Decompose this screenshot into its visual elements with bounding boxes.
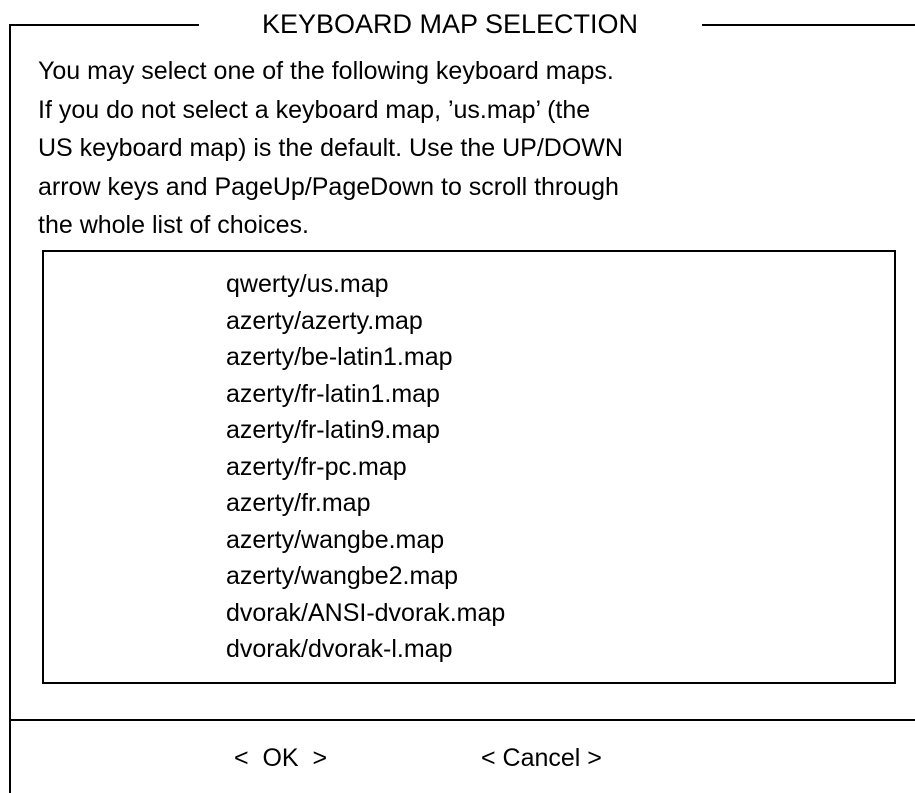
keymap-item[interactable]: azerty/wangbe.map <box>226 522 505 559</box>
keymap-listbox[interactable]: qwerty/us.map azerty/azerty.map azerty/b… <box>42 250 896 684</box>
keymap-item[interactable]: azerty/fr-latin9.map <box>226 412 505 449</box>
keymap-item[interactable]: azerty/fr-latin1.map <box>226 376 505 413</box>
ok-button[interactable]: < OK > <box>234 740 327 776</box>
dialog-description: You may select one of the following keyb… <box>38 52 898 245</box>
keymap-item[interactable]: dvorak/ANSI-dvorak.map <box>226 595 505 632</box>
description-line: If you do not select a keyboard map, ’us… <box>38 95 591 124</box>
description-line: You may select one of the following keyb… <box>38 57 614 85</box>
cancel-button[interactable]: < Cancel > <box>481 740 602 776</box>
keymap-list: qwerty/us.map azerty/azerty.map azerty/b… <box>226 266 505 668</box>
keymap-item[interactable]: azerty/fr.map <box>226 485 505 522</box>
button-separator <box>9 719 915 721</box>
keymap-item[interactable]: azerty/wangbe2.map <box>226 558 505 595</box>
dialog-border-left <box>9 24 11 793</box>
keymap-item[interactable]: dvorak/dvorak-l.map <box>226 631 505 668</box>
dialog-border-top-right <box>702 24 915 26</box>
keymap-item[interactable]: azerty/be-latin1.map <box>226 339 505 376</box>
dialog-title: KEYBOARD MAP SELECTION <box>261 9 639 39</box>
description-line: arrow keys and PageUp/PageDown to scroll… <box>38 172 619 201</box>
keymap-item[interactable]: azerty/azerty.map <box>226 303 505 340</box>
keyboard-map-dialog: KEYBOARD MAP SELECTION You may select on… <box>0 0 915 793</box>
keymap-item[interactable]: qwerty/us.map <box>226 266 505 303</box>
dialog-border-top-left <box>9 24 199 26</box>
description-line: the whole list of choices. <box>38 211 309 239</box>
description-line: US keyboard map) is the default. Use the… <box>38 134 623 162</box>
keymap-item[interactable]: azerty/fr-pc.map <box>226 449 505 486</box>
